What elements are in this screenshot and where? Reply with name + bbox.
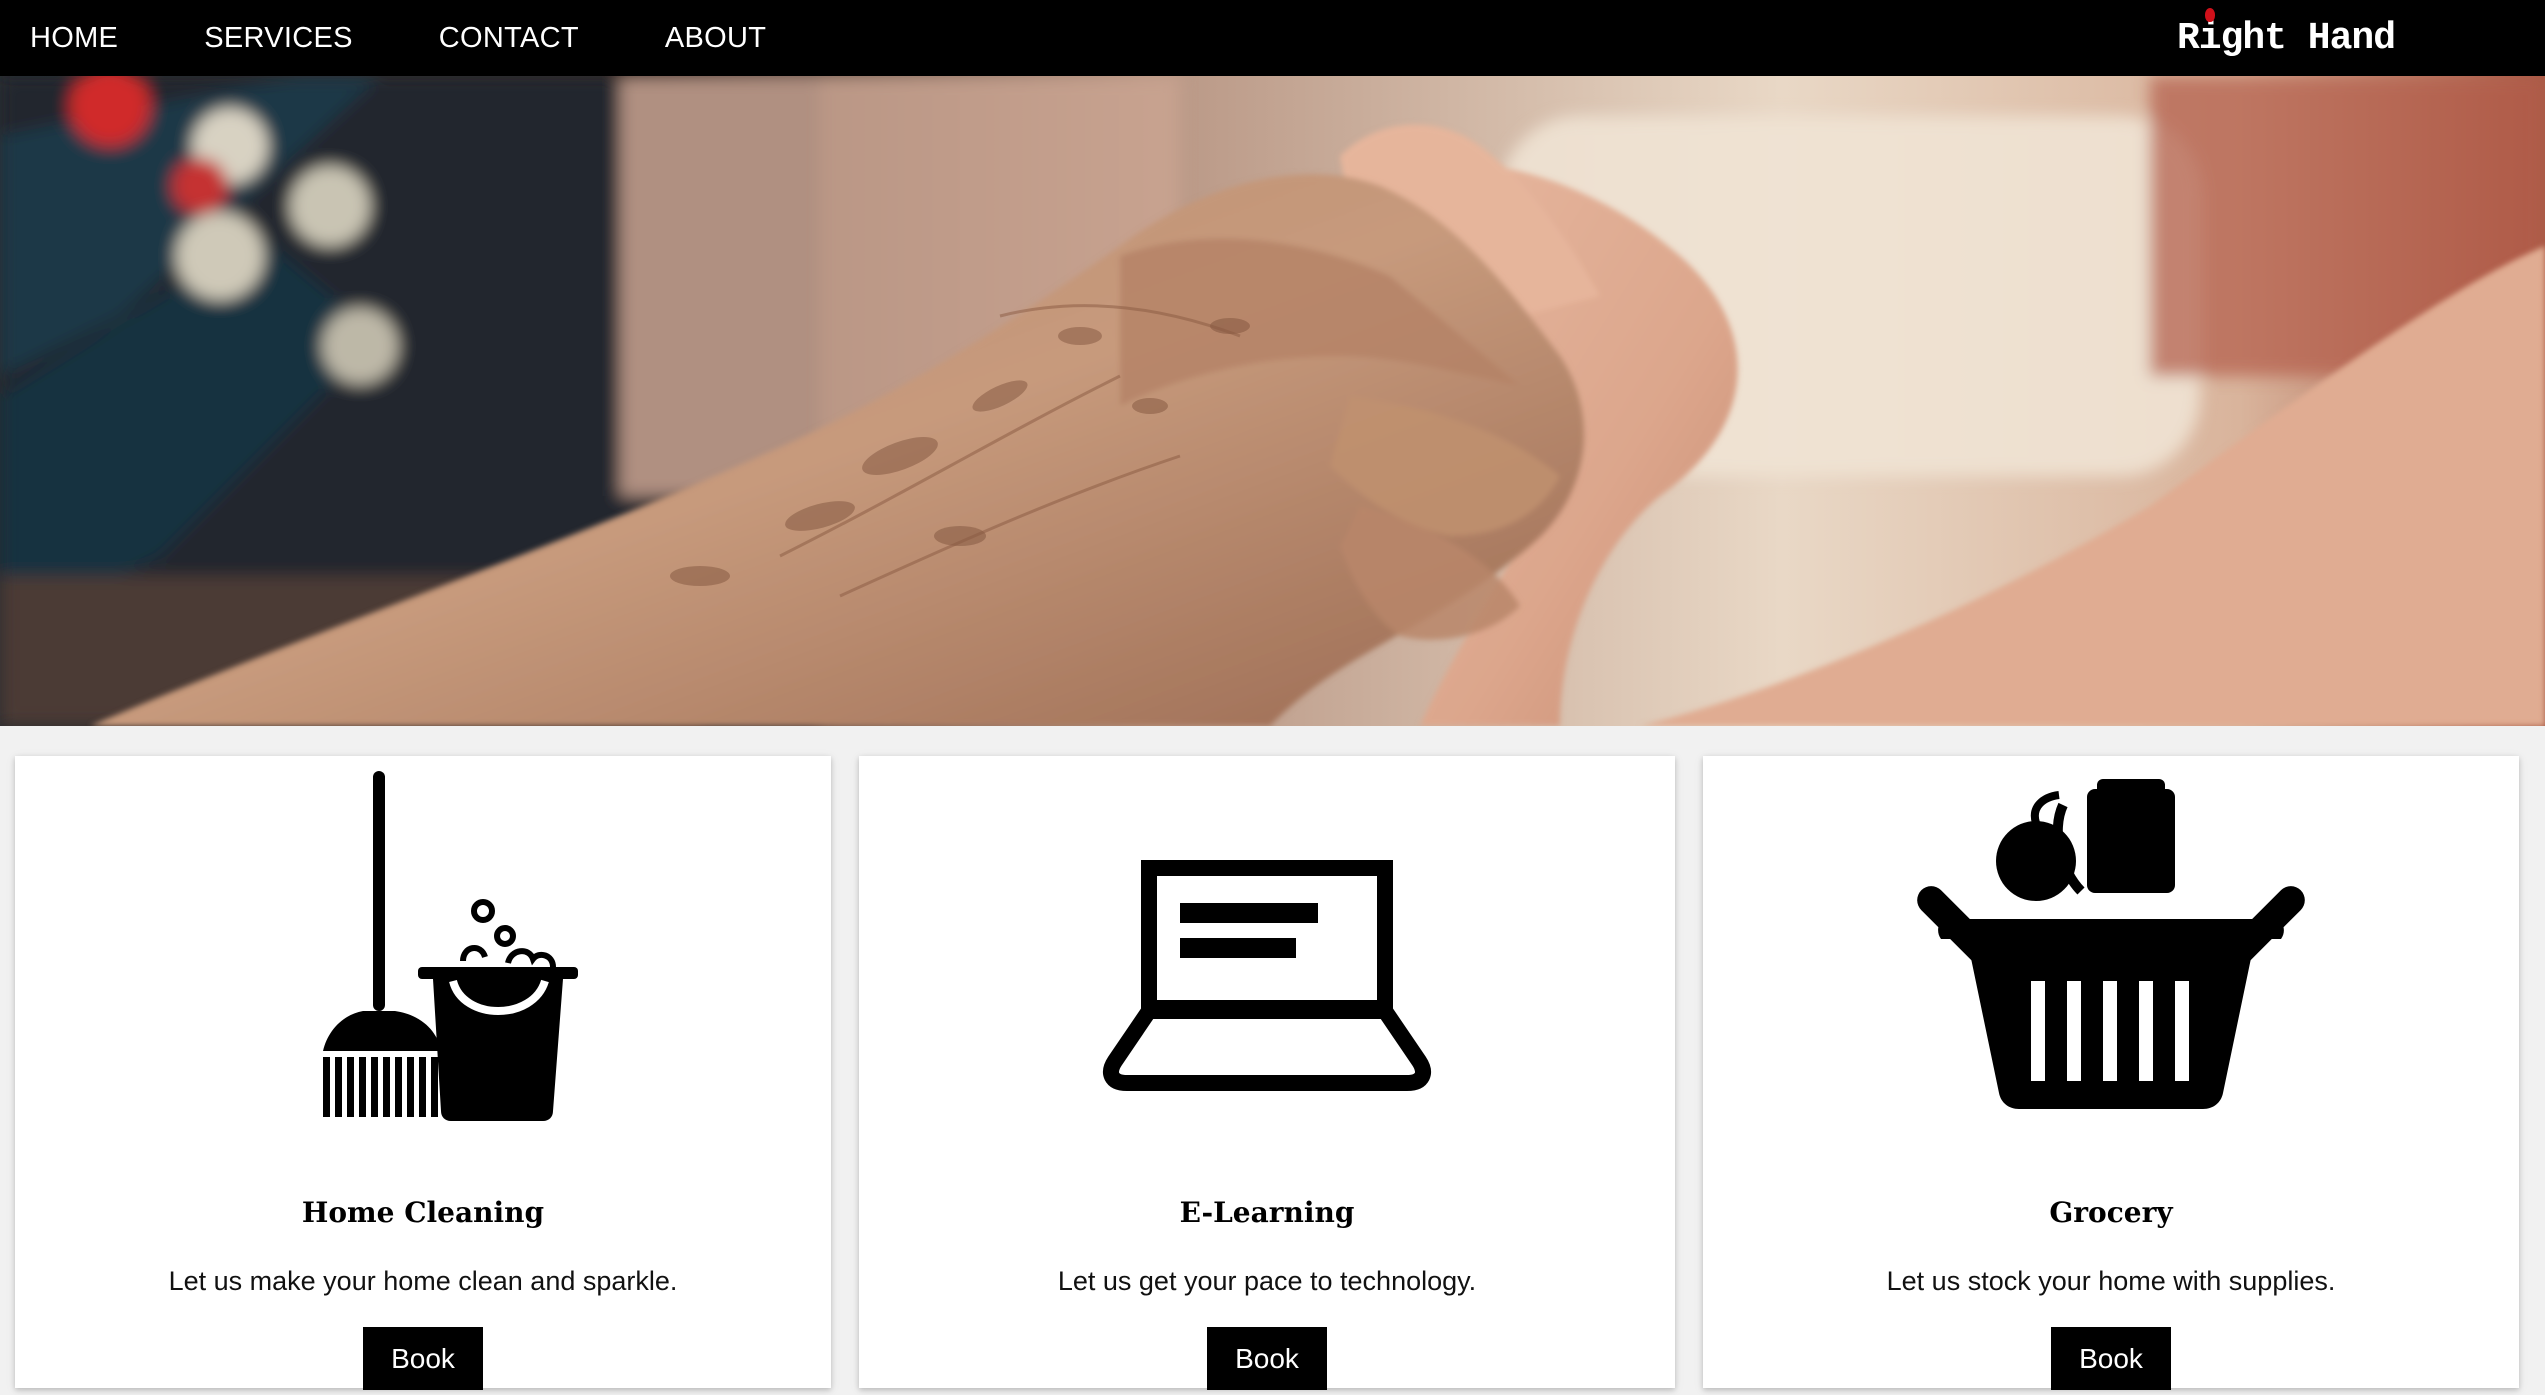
brand-text-start: R: [2176, 16, 2200, 60]
card-description: Let us stock your home with supplies.: [1886, 1266, 2336, 1296]
book-home-cleaning-button[interactable]: Book: [363, 1327, 483, 1390]
nav-link-services[interactable]: SERVICES: [204, 0, 353, 76]
nav-link-home[interactable]: HOME: [30, 0, 118, 76]
card-title: Grocery: [2049, 1196, 2173, 1229]
card-title: Home Cleaning: [301, 1196, 545, 1229]
card-description: Let us make your home clean and sparkle.: [168, 1266, 678, 1296]
nav-link-contact[interactable]: CONTACT: [439, 0, 579, 76]
card-grocery: Grocery Let us stock your home with supp…: [1703, 756, 2519, 1390]
services-cards: Home Cleaning Let us make your home clea…: [0, 726, 2545, 1395]
book-grocery-button[interactable]: Book: [2051, 1327, 2171, 1390]
nav-link-about[interactable]: ABOUT: [665, 0, 766, 76]
card-title: E-Learning: [1179, 1196, 1355, 1229]
mop-bucket-icon: [323, 771, 578, 1121]
brand-text-end: ght Hand: [2220, 16, 2396, 60]
brand-logo[interactable]: Ri ght Hand: [2176, 0, 2396, 76]
brand-i-char: i: [2198, 16, 2222, 60]
card-description: Let us get your pace to technology.: [1057, 1266, 1477, 1296]
card-e-learning: E-Learning Let us get your pace to techn…: [859, 756, 1675, 1390]
nav-links: HOME SERVICES CONTACT ABOUT: [0, 0, 852, 76]
holding-hands-photo: [0, 76, 2545, 726]
top-navbar: HOME SERVICES CONTACT ABOUT Ri ght Hand: [0, 0, 2545, 76]
hero-image: [0, 76, 2545, 726]
brand-i-letter: i: [2198, 7, 2222, 60]
card-home-cleaning: Home Cleaning Let us make your home clea…: [15, 756, 831, 1390]
book-e-learning-button[interactable]: Book: [1207, 1327, 1327, 1390]
brand-red-dot: [2204, 7, 2215, 22]
grocery-basket-icon: [1917, 779, 2305, 1109]
laptop-icon: [1103, 860, 1431, 1091]
